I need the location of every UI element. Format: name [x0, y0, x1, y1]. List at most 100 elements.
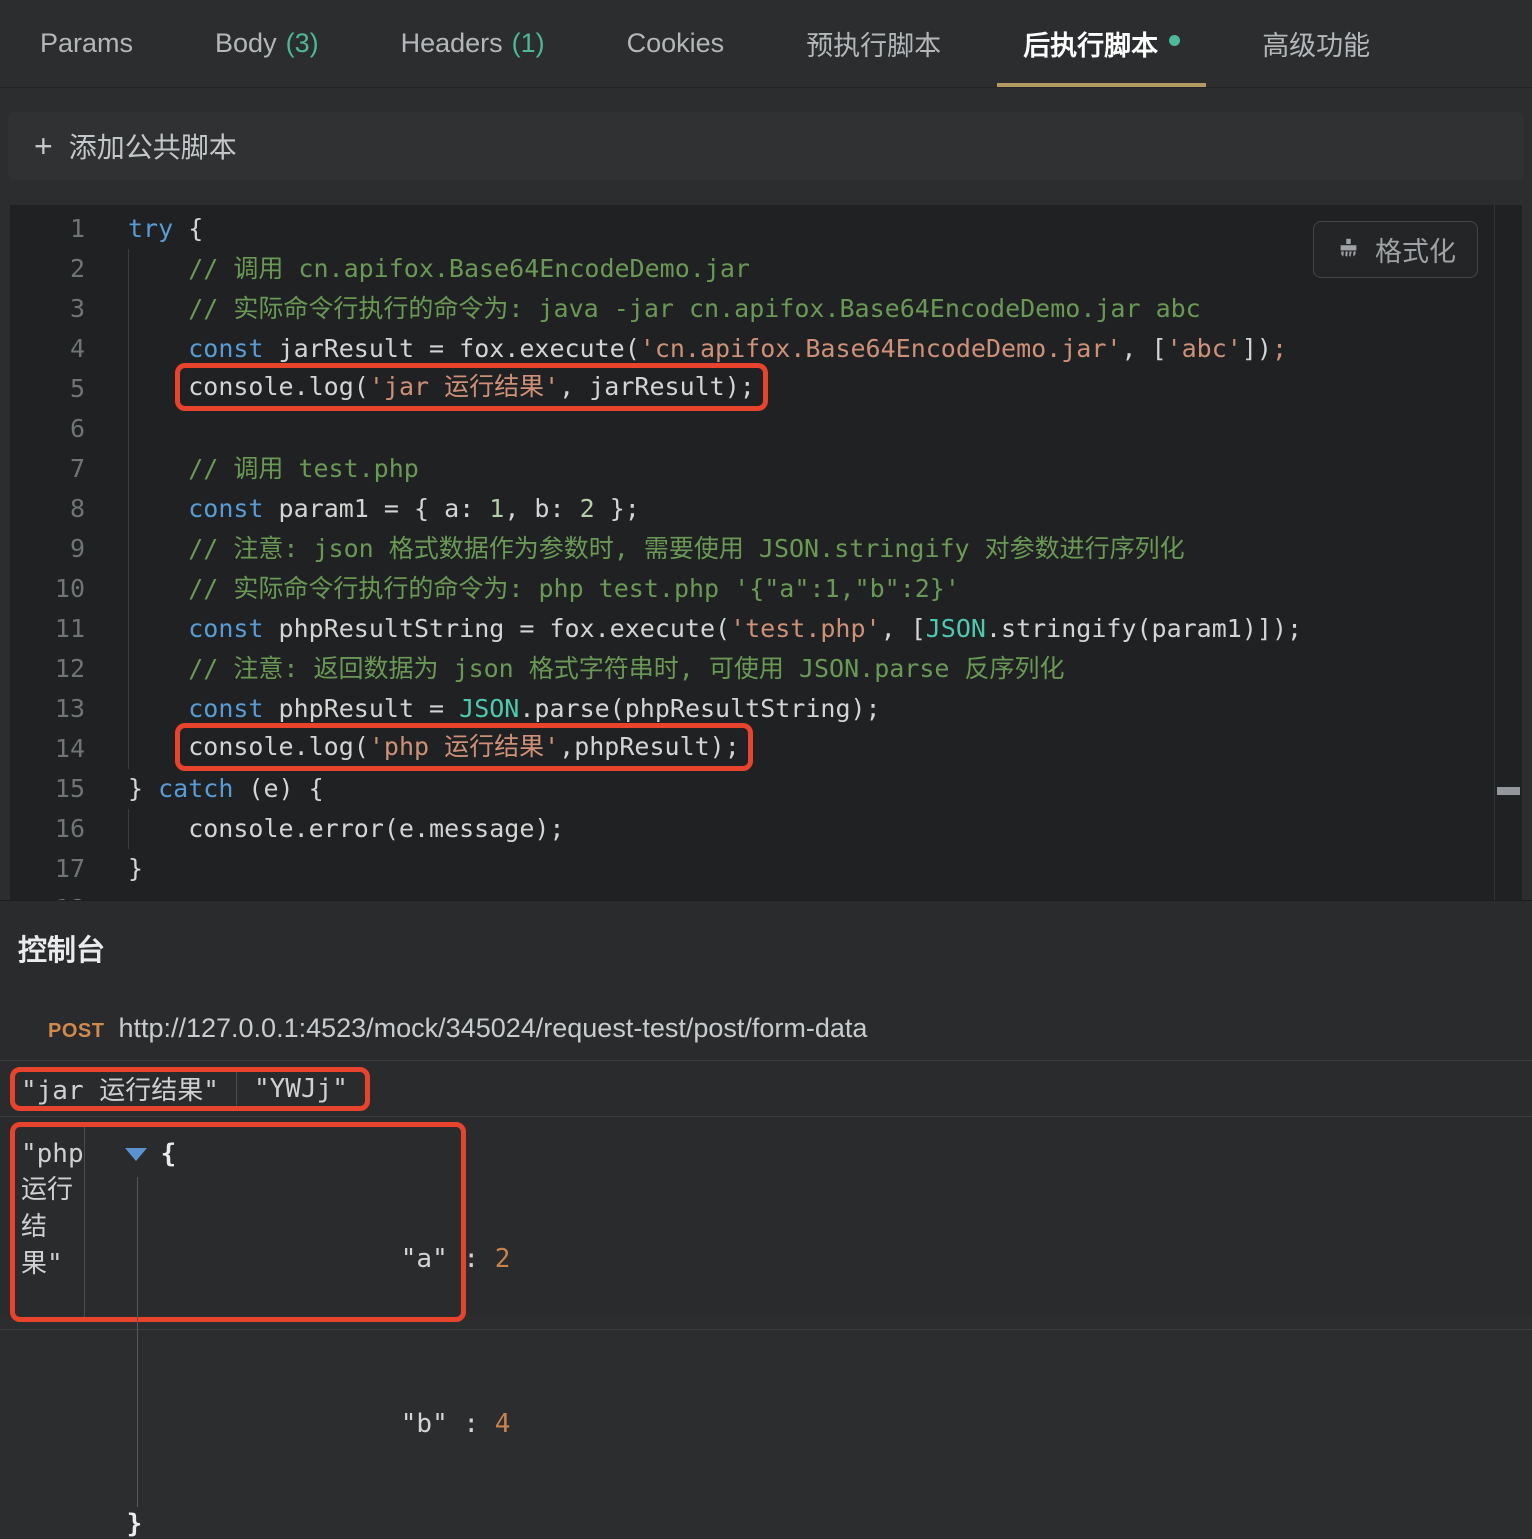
line-number: 14	[10, 729, 85, 769]
request-tabs: Params Body (3) Headers (1) Cookies 预执行脚本 后执行脚本…	[0, 0, 1532, 88]
code-line[interactable]: 10 // 实际命令行执行的命令为: php test.php '{"a":1,…	[10, 569, 1522, 609]
console-panel: 控制台 POST http://127.0.0.1:4523/mock/3450…	[0, 900, 1532, 1316]
brush-icon	[1335, 236, 1362, 263]
highlight-box: "jar 运行结果" "YWJj"	[10, 1067, 370, 1111]
editor-scrollbar[interactable]	[1494, 205, 1522, 900]
tab-label: Params	[40, 28, 133, 59]
json-entry: "b" : 4	[182, 1342, 511, 1507]
json-key: "a"	[401, 1244, 448, 1274]
code-line[interactable]: 6	[10, 409, 1522, 449]
line-number: 2	[10, 249, 85, 289]
code-line[interactable]: 14 console.log('php 运行结果',phpResult);	[10, 729, 1522, 769]
code-line[interactable]: 9 // 注意: json 格式数据作为参数时, 需要使用 JSON.strin…	[10, 529, 1522, 569]
code-line[interactable]: 18	[10, 889, 1522, 900]
plus-icon: +	[34, 130, 53, 162]
tab-body[interactable]: Body (3)	[189, 0, 345, 87]
add-public-script-label: 添加公共脚本	[69, 126, 237, 166]
tab-label: Headers	[401, 28, 503, 59]
console-log-list: "jar 运行结果" "YWJj" "php 运行结果" { "a" : 2	[0, 1060, 1532, 1330]
console-log-row-php: "php 运行结果" { "a" : 2 "b" : 4	[0, 1117, 1532, 1330]
line-number: 1	[10, 209, 85, 249]
console-title: 控制台	[0, 901, 1532, 969]
code-text: // 实际命令行执行的命令为: java -jar cn.apifox.Base…	[128, 289, 1201, 329]
code-line[interactable]: 1try {	[10, 209, 1522, 249]
code-line[interactable]: 12 // 注意: 返回数据为 json 格式字符串时, 可使用 JSON.pa…	[10, 649, 1522, 689]
line-number: 3	[10, 289, 85, 329]
tab-count-badge: (3)	[286, 28, 319, 59]
tab-headers[interactable]: Headers (1)	[375, 0, 571, 87]
scrollbar-thumb[interactable]	[1497, 787, 1520, 795]
code-line[interactable]: 16 console.error(e.message);	[10, 809, 1522, 849]
line-number: 7	[10, 449, 85, 489]
highlight-box: console.log('jar 运行结果', jarResult);	[175, 363, 768, 411]
tab-label: 预执行脚本	[806, 24, 941, 63]
code-line[interactable]: 3 // 实际命令行执行的命令为: java -jar cn.apifox.Ba…	[10, 289, 1522, 329]
active-tab-underline	[997, 83, 1206, 87]
code-line[interactable]: 5 console.log('jar 运行结果', jarResult);	[10, 369, 1522, 409]
code-line[interactable]: 2 // 调用 cn.apifox.Base64EncodeDemo.jar	[10, 249, 1522, 289]
script-code-editor[interactable]: 1try {2 // 调用 cn.apifox.Base64EncodeDemo…	[10, 205, 1522, 900]
code-text: } catch (e) {	[128, 769, 324, 809]
unsaved-dot-icon	[1169, 35, 1180, 46]
line-number: 6	[10, 409, 85, 449]
tab-params[interactable]: Params	[14, 0, 159, 87]
line-number: 10	[10, 569, 85, 609]
tab-post-script[interactable]: 后执行脚本	[997, 0, 1206, 87]
code-lines: 1try {2 // 调用 cn.apifox.Base64EncodeDemo…	[10, 209, 1522, 900]
highlight-box: "php 运行结果" { "a" : 2 "b" : 4	[10, 1122, 466, 1322]
close-brace: }	[127, 1509, 511, 1539]
json-value: 4	[495, 1409, 511, 1439]
line-number: 4	[10, 329, 85, 369]
line-number: 9	[10, 529, 85, 569]
line-number: 11	[10, 609, 85, 649]
console-log-row-jar: "jar 运行结果" "YWJj"	[0, 1060, 1532, 1117]
line-number: 16	[10, 809, 85, 849]
add-public-script-button[interactable]: + 添加公共脚本	[8, 112, 1524, 180]
code-line[interactable]: 17}	[10, 849, 1522, 889]
log-value: "YWJj"	[237, 1074, 365, 1104]
code-text: const phpResultString = fox.execute('tes…	[128, 609, 1302, 649]
tab-pre-script[interactable]: 预执行脚本	[780, 0, 967, 87]
request-url: http://127.0.0.1:4523/mock/345024/reques…	[118, 1013, 867, 1044]
json-colon: :	[448, 1409, 495, 1439]
tab-advanced[interactable]: 高级功能	[1236, 0, 1396, 87]
code-line[interactable]: 15 } catch (e) {	[10, 769, 1522, 809]
line-number: 13	[10, 689, 85, 729]
indent-guide	[128, 809, 129, 849]
line-number: 15	[10, 769, 85, 809]
code-line[interactable]: 7 // 调用 test.php	[10, 449, 1522, 489]
code-text: // 调用 test.php	[128, 449, 419, 489]
highlight-box: console.log('php 运行结果',phpResult);	[175, 723, 753, 771]
code-text: // 注意: json 格式数据作为参数时, 需要使用 JSON.stringi…	[128, 529, 1185, 569]
collapse-triangle-icon[interactable]	[125, 1148, 147, 1161]
code-text: // 注意: 返回数据为 json 格式字符串时, 可使用 JSON.parse…	[128, 649, 1065, 689]
open-brace: {	[161, 1139, 177, 1169]
tab-label: Body	[215, 28, 277, 59]
indent-guide	[128, 249, 129, 769]
log-label: "jar 运行结果"	[15, 1070, 236, 1107]
json-colon: :	[448, 1244, 495, 1274]
line-number: 18	[10, 889, 85, 900]
line-number: 5	[10, 369, 85, 409]
json-tree: { "a" : 2 "b" : 4 }	[85, 1127, 511, 1317]
code-text: console.log('jar 运行结果', jarResult);	[128, 369, 768, 409]
log-label: "php 运行结果"	[15, 1127, 84, 1317]
json-entry: "a" : 2	[182, 1177, 511, 1342]
tab-count-badge: (1)	[512, 28, 545, 59]
tab-cookies[interactable]: Cookies	[601, 0, 751, 87]
tab-label: Cookies	[627, 28, 725, 59]
code-text: }	[128, 849, 143, 889]
code-line[interactable]: 11 const phpResultString = fox.execute('…	[10, 609, 1522, 649]
format-button-label: 格式化	[1375, 230, 1456, 269]
code-text: console.error(e.message);	[128, 809, 565, 849]
code-line[interactable]: 8 const param1 = { a: 1, b: 2 };	[10, 489, 1522, 529]
line-number: 17	[10, 849, 85, 889]
tab-label: 高级功能	[1262, 24, 1370, 63]
code-text: // 实际命令行执行的命令为: php test.php '{"a":1,"b"…	[128, 569, 960, 609]
json-key: "b"	[401, 1409, 448, 1439]
code-text: console.log('php 运行结果',phpResult);	[128, 729, 753, 769]
json-entries: "a" : 2 "b" : 4	[137, 1177, 511, 1507]
format-button[interactable]: 格式化	[1313, 221, 1478, 278]
line-number: 8	[10, 489, 85, 529]
line-number: 12	[10, 649, 85, 689]
